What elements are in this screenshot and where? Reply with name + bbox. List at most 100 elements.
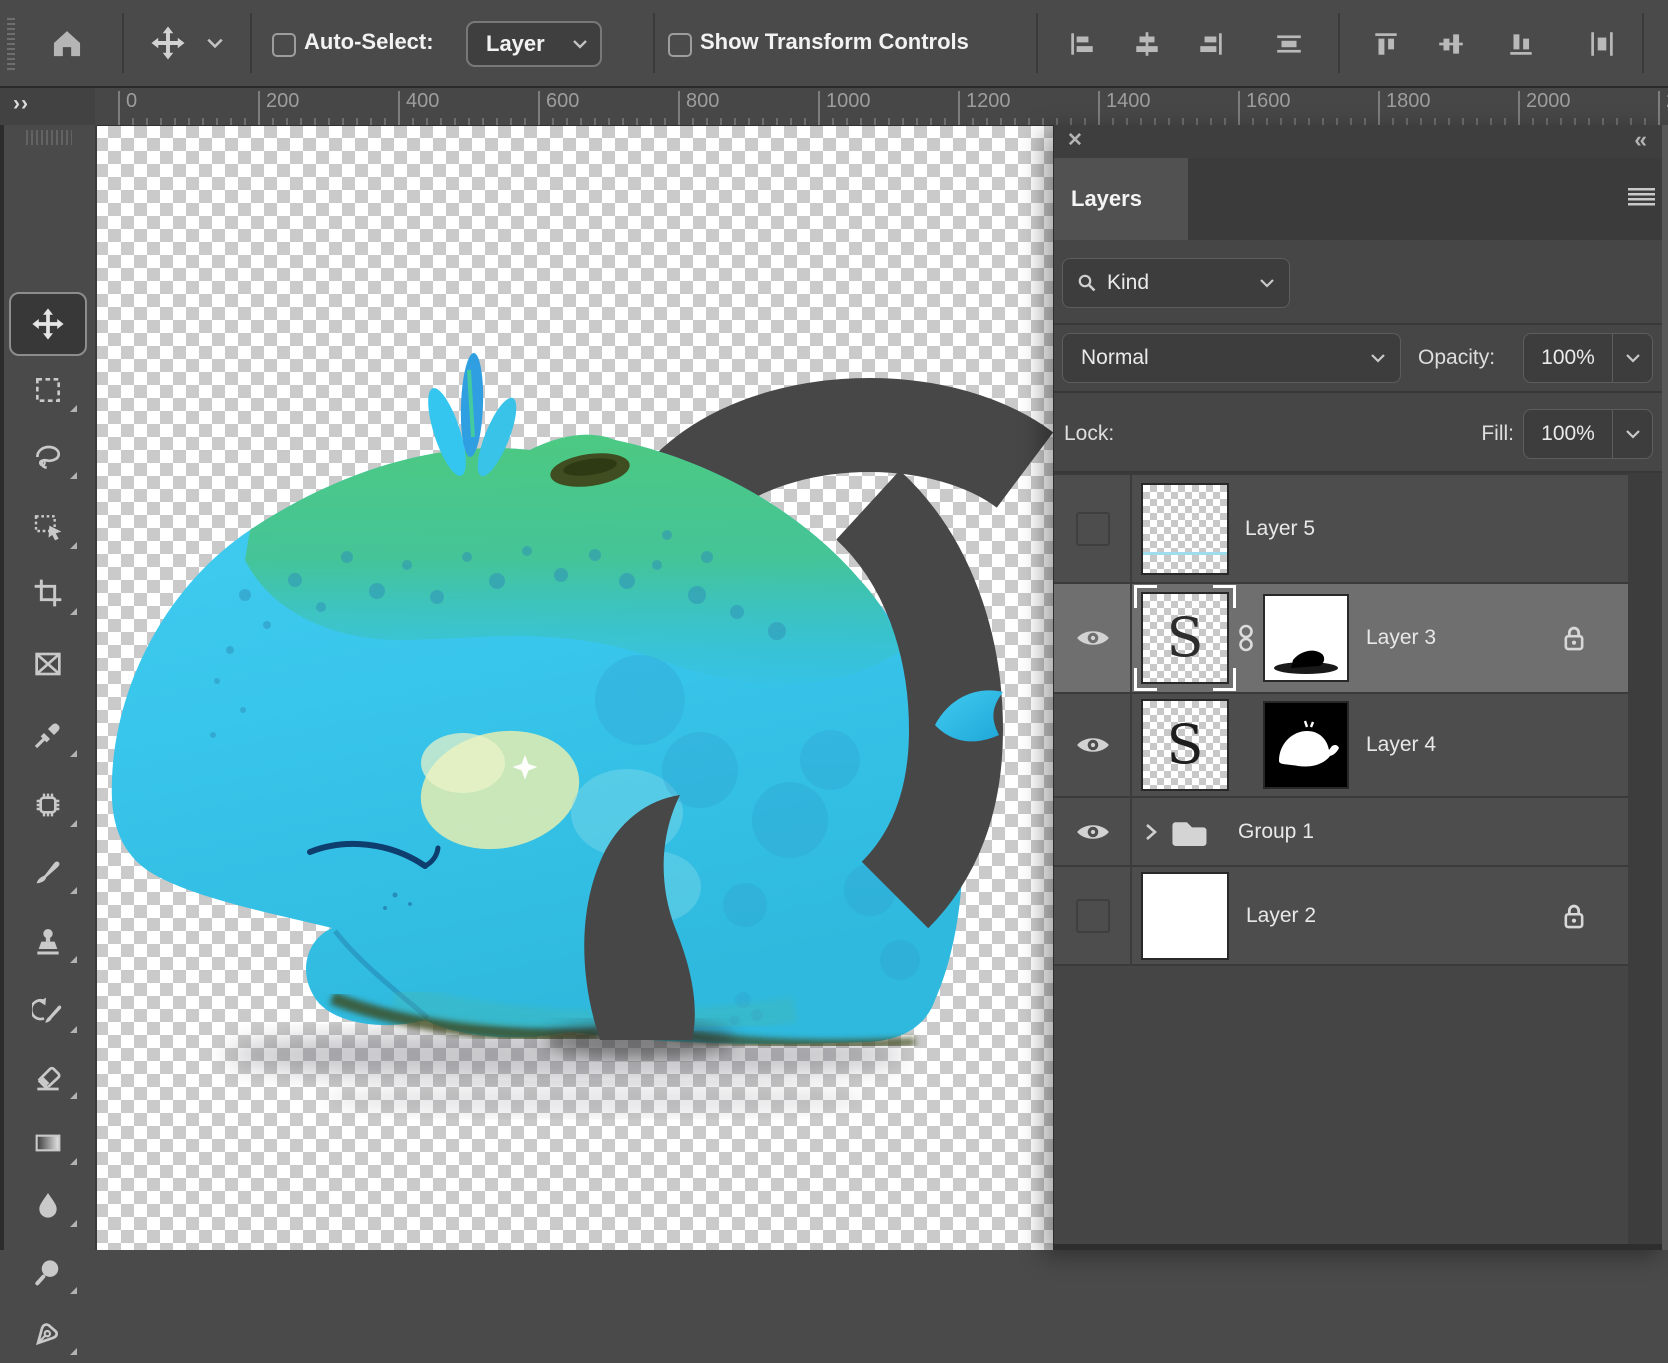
group-expand-chevron-icon[interactable]: [1144, 822, 1158, 842]
separator: [122, 13, 124, 73]
tool-crop[interactable]: [11, 563, 85, 623]
tool-lasso[interactable]: [11, 427, 85, 487]
ruler-minor-tick: [594, 118, 596, 125]
visibility-cell[interactable]: [1054, 626, 1132, 650]
tool-frame[interactable]: [11, 634, 85, 694]
home-icon[interactable]: [48, 24, 86, 62]
ruler-minor-tick: [804, 118, 806, 125]
layer-row-group1[interactable]: Group 1: [1054, 798, 1628, 867]
ruler-tick-label: 1400: [1106, 90, 1151, 113]
tab-layers[interactable]: Layers: [1054, 158, 1188, 240]
tool-healing-brush[interactable]: [11, 775, 85, 835]
mask-link-icon[interactable]: [1229, 623, 1263, 653]
ruler-minor-tick: [146, 118, 148, 125]
tool-gradient[interactable]: [11, 1113, 85, 1173]
ruler-minor-tick: [384, 118, 386, 125]
layer-row-layer2[interactable]: Layer 2: [1054, 867, 1628, 966]
ruler-major-tick: [958, 91, 960, 125]
layer-thumbnail[interactable]: S: [1141, 699, 1229, 791]
ruler-major-tick: [1518, 91, 1520, 125]
tool-move[interactable]: [9, 292, 87, 356]
visibility-cell[interactable]: [1054, 820, 1132, 844]
distribute-horizontal-centers-button[interactable]: [1585, 26, 1619, 62]
show-transform-checkbox[interactable]: [668, 33, 692, 57]
layer-name[interactable]: Group 1: [1238, 820, 1314, 844]
ruler-minor-tick: [1392, 118, 1394, 125]
distribute-vertical-centers-button[interactable]: [1434, 26, 1468, 62]
tool-dodge[interactable]: [11, 1242, 85, 1302]
tool-brush[interactable]: [11, 842, 85, 902]
layer-name[interactable]: Layer 5: [1245, 517, 1315, 541]
tool-eyedropper[interactable]: [11, 705, 85, 765]
align-right-edges-button[interactable]: [1194, 26, 1228, 62]
layer-name[interactable]: Layer 4: [1366, 733, 1436, 757]
opacity-field[interactable]: 100%: [1523, 333, 1653, 383]
align-bottom-edges-button[interactable]: [1504, 26, 1538, 62]
tool-pen[interactable]: [11, 1303, 85, 1363]
blend-mode-dropdown[interactable]: Normal: [1062, 333, 1401, 383]
layer-row-layer4[interactable]: S Layer 4: [1054, 694, 1628, 798]
visibility-cell[interactable]: [1054, 899, 1132, 933]
layer-thumbnail[interactable]: [1141, 872, 1229, 960]
ruler-minor-tick: [762, 118, 764, 125]
layer-thumbnail[interactable]: [1141, 483, 1229, 575]
auto-select-checkbox[interactable]: [272, 33, 296, 57]
collapse-panel-icon[interactable]: ‹‹: [1634, 127, 1645, 153]
panel-menu-icon[interactable]: [1628, 188, 1655, 206]
filter-kind-dropdown[interactable]: Kind: [1062, 258, 1290, 308]
align-top-edges-button[interactable]: [1369, 26, 1403, 62]
double-chevron-icon: ››: [13, 92, 29, 116]
ruler-tick-label: 400: [406, 90, 439, 113]
visibility-cell[interactable]: [1054, 512, 1132, 546]
fill-field[interactable]: 100%: [1523, 409, 1653, 459]
toolbar-collapse-corner[interactable]: ››: [0, 88, 95, 126]
layer-name[interactable]: Layer 3: [1366, 626, 1436, 650]
layer-name[interactable]: Layer 2: [1246, 904, 1316, 928]
ruler-minor-tick: [1224, 118, 1226, 125]
ruler-minor-tick: [692, 118, 694, 125]
eye-icon[interactable]: [1075, 733, 1111, 757]
options-bar-grip[interactable]: [7, 18, 15, 70]
tool-object-selection[interactable]: [11, 497, 85, 557]
ruler-minor-tick: [1434, 118, 1436, 125]
tool-history-brush[interactable]: [11, 981, 85, 1041]
tool-eraser[interactable]: [11, 1047, 85, 1107]
visibility-cell[interactable]: [1054, 733, 1132, 757]
horizontal-ruler[interactable]: 0200400600800100012001400160018002000220…: [95, 88, 1668, 126]
move-tool-options-icon[interactable]: [150, 25, 186, 61]
eye-icon[interactable]: [1075, 820, 1111, 844]
tool-rectangular-marquee[interactable]: [11, 360, 85, 420]
layer-mask-thumbnail[interactable]: [1263, 594, 1349, 682]
ruler-minor-tick: [202, 118, 204, 125]
ruler-minor-tick: [1308, 118, 1310, 125]
panel-header[interactable]: ✕ ‹‹: [1054, 125, 1663, 158]
toolbar-grip[interactable]: [26, 130, 72, 145]
align-horizontal-centers-button[interactable]: [1130, 26, 1164, 62]
align-vertical-centers-button[interactable]: [1272, 26, 1306, 62]
ruler-minor-tick: [1042, 118, 1044, 125]
ruler-minor-tick: [790, 118, 792, 125]
auto-select-dropdown[interactable]: Layer: [466, 21, 602, 67]
ruler-major-tick: [398, 91, 400, 125]
ruler-minor-tick: [370, 118, 372, 125]
selection-bracket: [1134, 668, 1157, 691]
layer-thumbnail-selected[interactable]: S: [1141, 592, 1229, 684]
ruler-minor-tick: [1644, 118, 1646, 125]
ruler-minor-tick: [1616, 118, 1618, 125]
visibility-checkbox-empty[interactable]: [1076, 899, 1110, 933]
eye-icon[interactable]: [1075, 626, 1111, 650]
layer-mask-thumbnail[interactable]: [1263, 701, 1349, 789]
visibility-checkbox-empty[interactable]: [1076, 512, 1110, 546]
tool-clone-stamp[interactable]: [11, 911, 85, 971]
align-left-edges-button[interactable]: [1065, 26, 1099, 62]
tool-blur[interactable]: [11, 1175, 85, 1235]
layer-list-empty-area[interactable]: [1054, 968, 1628, 1244]
ruler-major-tick: [678, 91, 680, 125]
ruler-major-tick: [1238, 91, 1240, 125]
ruler-minor-tick: [650, 118, 652, 125]
ruler-major-tick: [1658, 91, 1660, 125]
tool-preset-chevron-icon[interactable]: [206, 37, 224, 49]
close-icon[interactable]: ✕: [1067, 129, 1083, 152]
layer-row-layer3[interactable]: S Layer 3: [1054, 584, 1628, 694]
layer-row-layer5[interactable]: Layer 5: [1054, 475, 1628, 584]
